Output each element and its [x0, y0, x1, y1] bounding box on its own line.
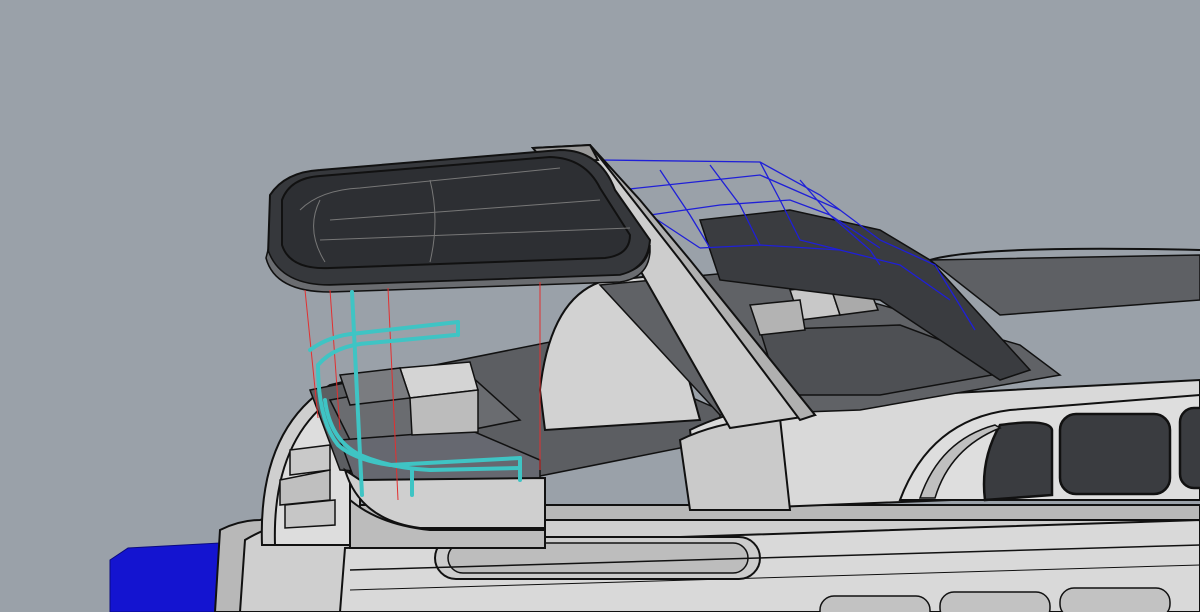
3d-viewport[interactable]	[0, 0, 1200, 612]
model-render	[0, 0, 1200, 612]
aft-transom	[343, 467, 546, 549]
blue-object	[109, 542, 231, 612]
hardtop-canopy	[265, 148, 652, 293]
